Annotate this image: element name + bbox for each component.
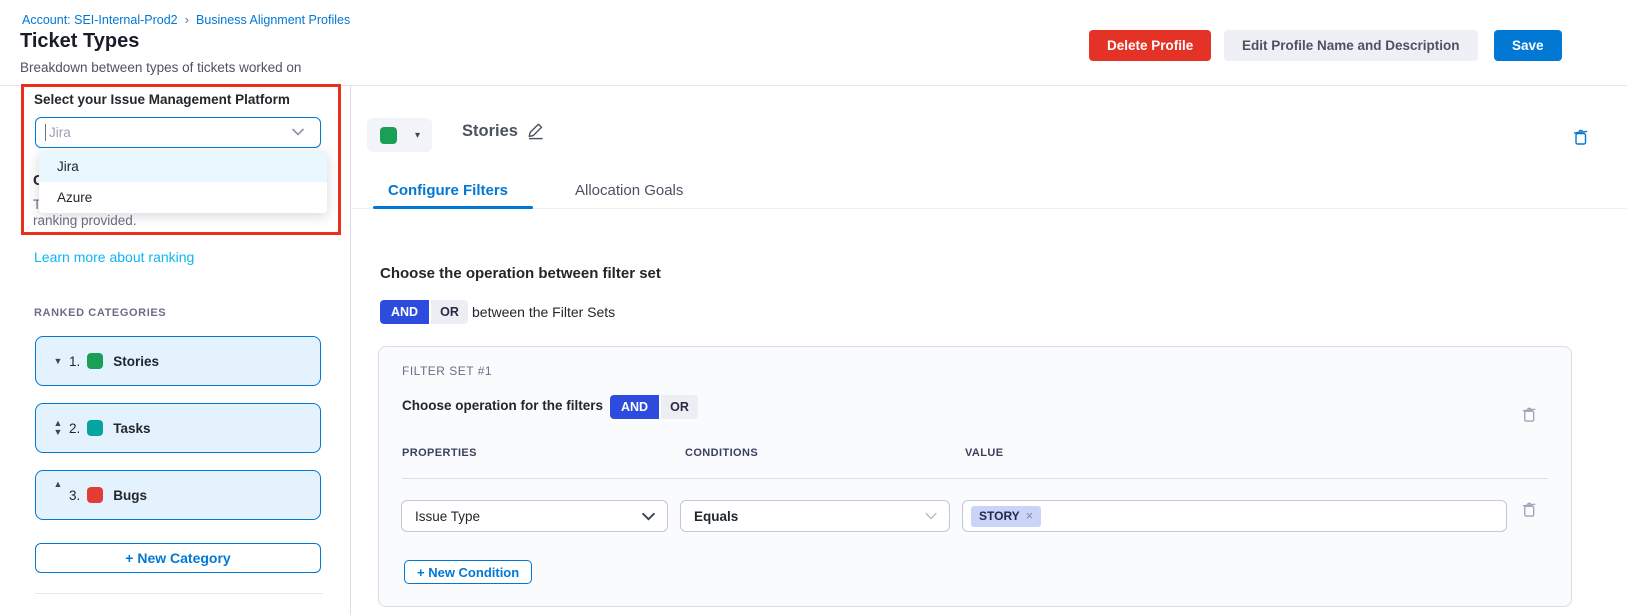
category-rank: 2. [69, 421, 80, 436]
filter-set-divider [402, 478, 1548, 479]
platform-select-input[interactable] [35, 117, 321, 148]
sort-up-down-icon[interactable]: ▲▼ [49, 419, 67, 437]
category-rank: 1. [69, 354, 80, 369]
filter-sets-and-or-toggle: AND OR [380, 300, 468, 324]
edit-pencil-icon[interactable] [526, 121, 545, 140]
filters-and-or-toggle: AND OR [610, 395, 698, 419]
filter-operation-label: Choose operation for the filters [402, 398, 603, 413]
sort-up-icon[interactable]: ▲ [49, 480, 67, 489]
category-rank: 3. [69, 488, 80, 503]
breadcrumb-separator-icon: › [185, 12, 189, 27]
edit-profile-button[interactable]: Edit Profile Name and Description [1224, 30, 1478, 61]
tab-allocation-goals[interactable]: Allocation Goals [575, 182, 683, 199]
selected-color-swatch [380, 127, 397, 144]
value-tag: STORY × [971, 506, 1041, 527]
new-condition-button[interactable]: + New Condition [404, 560, 532, 584]
category-name: Stories [113, 354, 159, 369]
column-header-value: VALUE [965, 447, 1003, 459]
category-card-tasks[interactable]: ▲▼ 2. Tasks [35, 403, 321, 453]
active-tab-underline [373, 206, 533, 209]
value-tag-label: STORY [979, 509, 1020, 523]
header-divider [0, 85, 1627, 86]
save-button[interactable]: Save [1494, 30, 1562, 61]
or-toggle[interactable]: OR [661, 395, 698, 419]
value-input[interactable]: STORY × [962, 500, 1507, 532]
breadcrumb-section-link[interactable]: Business Alignment Profiles [196, 13, 350, 27]
text-cursor [45, 124, 46, 141]
column-header-properties: PROPERTIES [402, 447, 477, 459]
category-color-swatch [87, 353, 103, 369]
breadcrumb: Account: SEI-Internal-Prod2 › Business A… [22, 12, 350, 27]
platform-select-label: Select your Issue Management Platform [34, 92, 290, 107]
caret-down-icon: ▾ [415, 130, 420, 141]
condition-select-value: Equals [694, 509, 738, 524]
category-color-swatch [87, 487, 103, 503]
obscured-text-line: ranking provided. [33, 213, 137, 228]
dropdown-option-azure[interactable]: Azure [39, 182, 327, 213]
filter-set-panel [378, 346, 1572, 607]
chevron-down-icon [925, 512, 937, 520]
operation-heading: Choose the operation between filter set [380, 265, 661, 282]
page: Account: SEI-Internal-Prod2 › Business A… [0, 0, 1627, 615]
delete-profile-button[interactable]: Delete Profile [1089, 30, 1211, 61]
sort-down-icon[interactable]: ▼ [49, 357, 67, 366]
learn-more-ranking-link[interactable]: Learn more about ranking [34, 249, 194, 265]
delete-condition-trash-icon[interactable] [1521, 501, 1537, 518]
category-color-dropdown[interactable]: ▾ [367, 118, 432, 152]
property-select[interactable]: Issue Type [401, 500, 668, 532]
category-color-swatch [87, 420, 103, 436]
breadcrumb-account-link[interactable]: Account: SEI-Internal-Prod2 [22, 13, 178, 27]
remove-tag-icon[interactable]: × [1026, 509, 1033, 523]
selected-category-title: Stories [462, 122, 518, 141]
delete-filter-set-trash-icon[interactable] [1521, 406, 1537, 423]
delete-category-trash-icon[interactable] [1572, 128, 1589, 146]
page-subtitle: Breakdown between types of tickets worke… [20, 60, 301, 75]
and-toggle-active[interactable]: AND [610, 395, 659, 419]
and-toggle-active[interactable]: AND [380, 300, 429, 324]
dropdown-option-jira[interactable]: Jira [39, 151, 327, 182]
category-card-bugs[interactable]: ▲ 3. Bugs [35, 470, 321, 520]
category-name: Bugs [113, 488, 147, 503]
sidebar-separator [350, 86, 351, 615]
chevron-down-icon [642, 512, 655, 521]
sidebar-bottom-divider [35, 593, 323, 594]
column-header-conditions: CONDITIONS [685, 447, 758, 459]
ranked-categories-label: RANKED CATEGORIES [34, 307, 166, 319]
or-toggle[interactable]: OR [431, 300, 468, 324]
category-name: Tasks [113, 421, 150, 436]
new-category-button[interactable]: + New Category [35, 543, 321, 573]
platform-dropdown-menu: Jira Azure [39, 151, 327, 213]
property-select-value: Issue Type [415, 509, 480, 524]
condition-select[interactable]: Equals [680, 500, 950, 532]
tab-configure-filters[interactable]: Configure Filters [388, 182, 508, 199]
operation-hint-text: between the Filter Sets [472, 300, 615, 324]
page-title: Ticket Types [20, 30, 139, 53]
chevron-down-icon [292, 128, 304, 136]
tabs-divider [351, 208, 1627, 209]
filter-set-title: FILTER SET #1 [402, 364, 492, 378]
category-card-stories[interactable]: ▼ 1. Stories [35, 336, 321, 386]
